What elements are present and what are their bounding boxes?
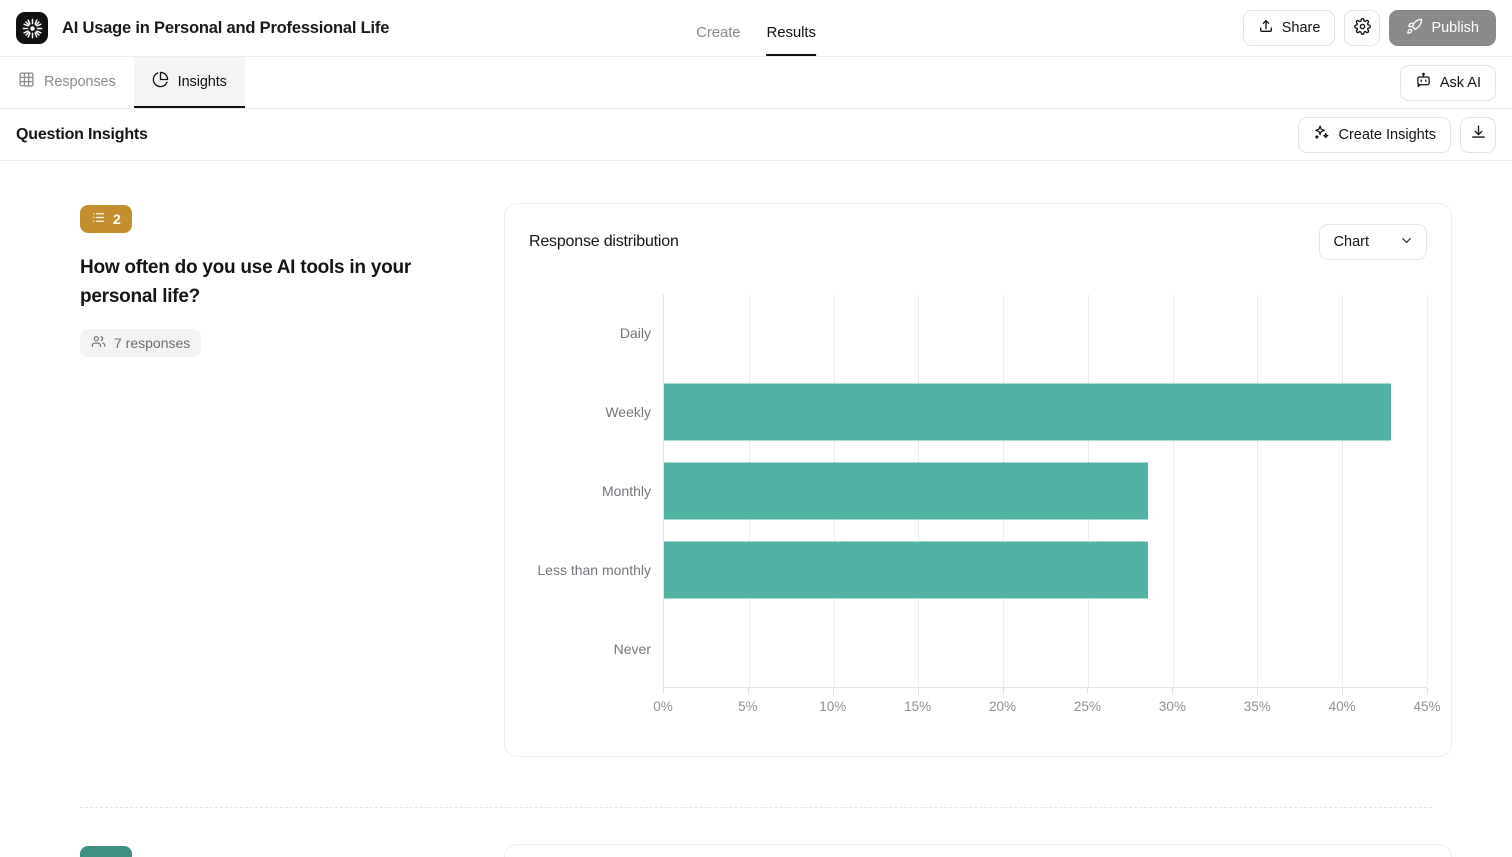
sparkles-icon <box>1313 124 1330 145</box>
chart-bar[interactable] <box>664 384 1391 441</box>
people-icon <box>91 334 106 352</box>
chart-tick-mark <box>1427 688 1428 694</box>
chart-y-label: Less than monthly <box>537 562 651 578</box>
publish-button[interactable]: Publish <box>1389 10 1496 46</box>
chart-gridline <box>1427 294 1428 687</box>
chart-gridline <box>1257 294 1258 687</box>
chart-tick-mark <box>1003 688 1004 694</box>
next-question-panel <box>80 844 460 857</box>
publish-label: Publish <box>1431 20 1479 36</box>
settings-button[interactable] <box>1344 10 1380 46</box>
main-tabs: Create Results <box>696 0 816 56</box>
create-insights-button[interactable]: Create Insights <box>1298 117 1451 153</box>
ask-ai-label: Ask AI <box>1440 75 1481 91</box>
chart-tick-mark <box>1257 688 1258 694</box>
insights-label: Insights <box>178 74 227 90</box>
section-header: Question Insights Create Insights <box>0 109 1512 161</box>
chart-x-label: 10% <box>819 699 846 714</box>
download-icon <box>1470 124 1487 145</box>
share-label: Share <box>1282 20 1321 36</box>
chart-tick-mark <box>748 688 749 694</box>
table-grid-icon <box>18 71 35 92</box>
question-number-badge: 2 <box>80 205 132 233</box>
chart-x-label: 25% <box>1074 699 1101 714</box>
section-actions: Create Insights <box>1298 117 1496 153</box>
chart-tick-mark <box>1172 688 1173 694</box>
next-response-distribution-card <box>504 844 1452 857</box>
chart-gridline <box>1173 294 1174 687</box>
chart-x-label: 30% <box>1159 699 1186 714</box>
app-title: AI Usage in Personal and Professional Li… <box>62 19 389 38</box>
sidebar-item-insights[interactable]: Insights <box>134 57 245 108</box>
tab-results[interactable]: Results <box>767 24 816 56</box>
list-icon <box>91 210 106 228</box>
chart-x-label: 35% <box>1244 699 1271 714</box>
card-title: Response distribution <box>529 233 679 251</box>
robot-icon <box>1415 72 1432 93</box>
chart-plot-area <box>663 294 1427 688</box>
question-number: 2 <box>113 211 121 227</box>
bar-chart: Daily Weekly Monthly Less than monthly Never… <box>529 294 1427 734</box>
chart-x-label: 20% <box>989 699 1016 714</box>
chart-y-label: Weekly <box>605 404 651 420</box>
responses-count-label: 7 responses <box>114 335 190 351</box>
chart-tick-mark <box>833 688 834 694</box>
rocket-icon <box>1406 18 1423 39</box>
question-insight-row: 2 How often do you use AI tools in your … <box>0 161 1512 757</box>
top-bar-actions: Share Publish <box>1243 10 1496 46</box>
share-button[interactable]: Share <box>1243 10 1336 46</box>
chart-y-label: Daily <box>620 325 651 341</box>
response-distribution-card: Response distribution Chart Daily Weekly M… <box>504 203 1452 757</box>
chart-tick-mark <box>1087 688 1088 694</box>
page-title: Question Insights <box>16 126 148 144</box>
chart-y-label: Monthly <box>602 483 651 499</box>
responses-count-badge: 7 responses <box>80 329 201 357</box>
chart-tick-mark <box>1342 688 1343 694</box>
question-text: How often do you use AI tools in your pe… <box>80 253 460 311</box>
card-header: Response distribution Chart <box>529 224 1427 260</box>
pie-chart-icon <box>152 71 169 92</box>
chart-bar[interactable] <box>664 463 1148 520</box>
chart-y-axis-labels: Daily Weekly Monthly Less than monthly Never <box>529 294 663 688</box>
chart-x-label: 5% <box>738 699 758 714</box>
chart-x-label: 45% <box>1413 699 1440 714</box>
tab-create[interactable]: Create <box>696 24 740 56</box>
brand: AI Usage in Personal and Professional Li… <box>16 12 389 44</box>
chevron-down-icon <box>1399 233 1414 252</box>
chart-x-label: 15% <box>904 699 931 714</box>
sub-tab-bar: Responses Insights Ask AI <box>0 57 1512 109</box>
ask-ai-button[interactable]: Ask AI <box>1400 65 1496 101</box>
chart-gridline <box>1342 294 1343 687</box>
chart-tick-mark <box>918 688 919 694</box>
top-bar: AI Usage in Personal and Professional Li… <box>0 0 1512 57</box>
chart-x-label: 0% <box>653 699 673 714</box>
create-insights-label: Create Insights <box>1338 127 1436 143</box>
question-panel: 2 How often do you use AI tools in your … <box>80 203 460 757</box>
chart-view-value: Chart <box>1334 234 1369 250</box>
chart-y-label: Never <box>614 641 651 657</box>
responses-label: Responses <box>44 74 116 90</box>
sunburst-logo-icon <box>16 12 48 44</box>
next-question-number-badge <box>80 846 132 857</box>
chart-bar[interactable] <box>664 541 1148 598</box>
chart-tick-mark <box>663 688 664 694</box>
chart-x-axis-ticks: 0%5%10%15%20%25%30%35%40%45% <box>663 688 1427 718</box>
download-button[interactable] <box>1460 117 1496 153</box>
chart-x-label: 40% <box>1329 699 1356 714</box>
next-question-row <box>0 808 1512 857</box>
share-upload-icon <box>1258 18 1274 38</box>
chart-view-select[interactable]: Chart <box>1319 224 1427 260</box>
sub-bar-actions: Ask AI <box>1400 57 1496 108</box>
sidebar-item-responses[interactable]: Responses <box>0 57 134 108</box>
gear-icon <box>1354 18 1371 39</box>
